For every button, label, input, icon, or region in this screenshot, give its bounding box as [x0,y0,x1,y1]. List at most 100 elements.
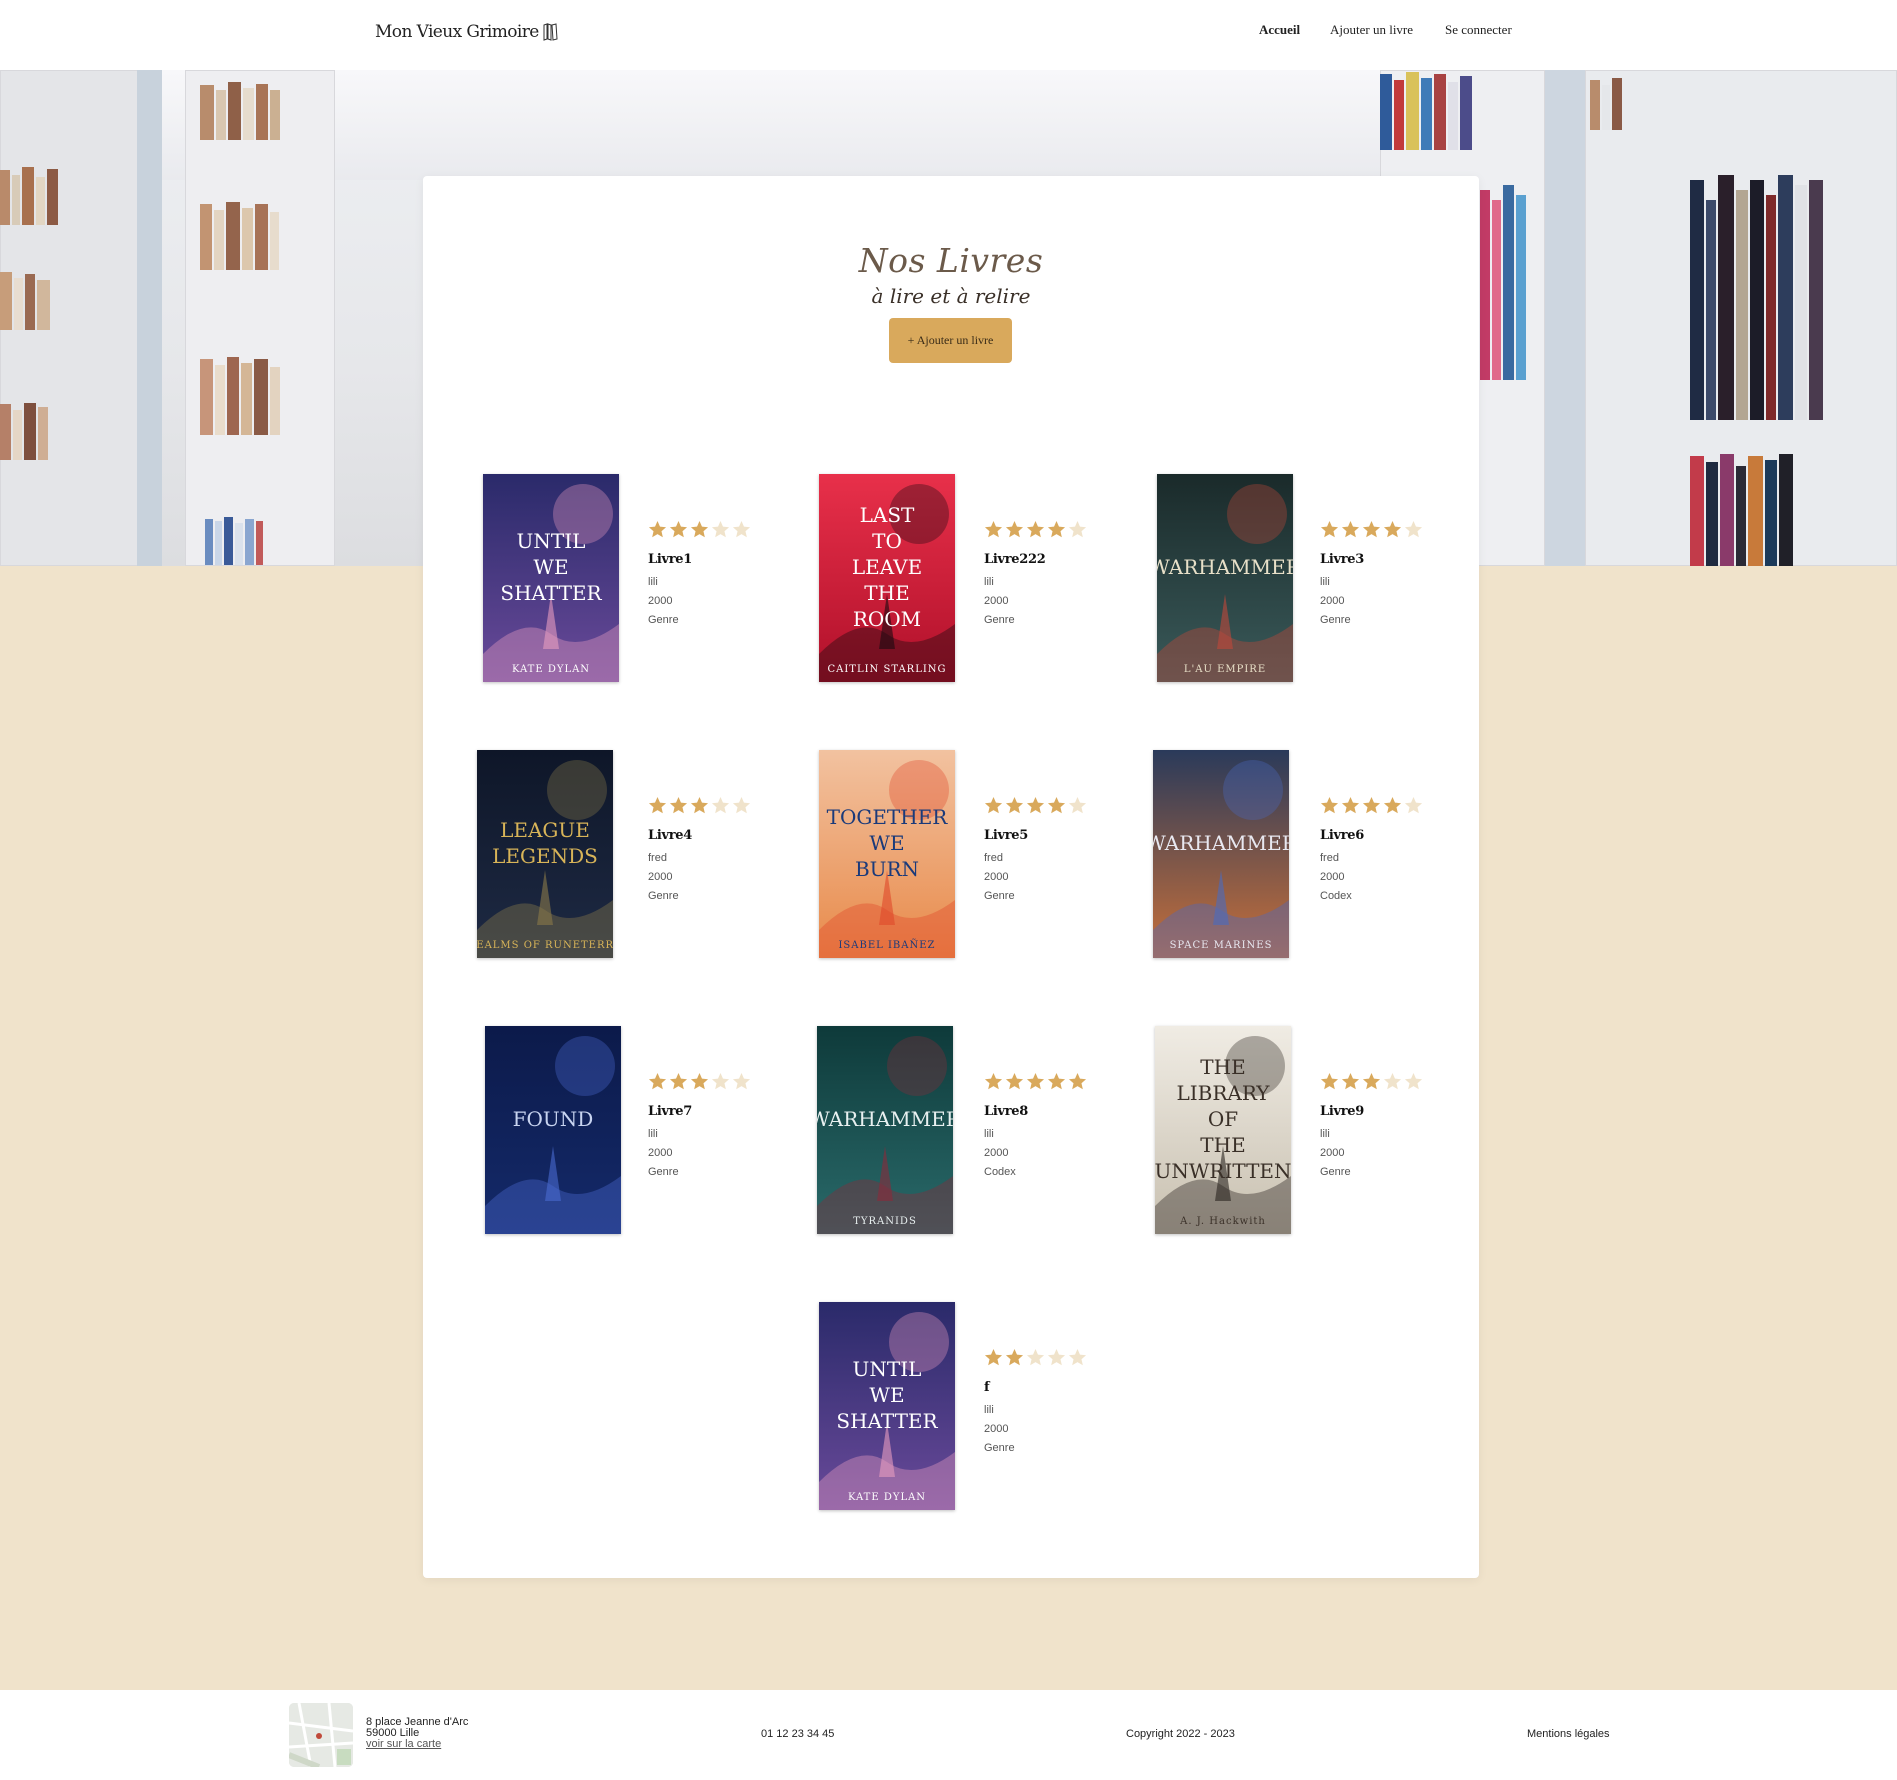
book-cover[interactable]: THE LIBRARY OF THE UNWRITTEN A. J. Hackwith [1155,1026,1291,1234]
star-filled-icon [1005,1348,1024,1366]
cover-title-text: WARHAMMER [1157,555,1293,579]
star-empty-icon [732,520,751,538]
rating-stars [984,796,1104,816]
book-cover[interactable]: WARHAMMER SPACE MARINES [1153,750,1289,958]
star-filled-icon [984,796,1003,814]
book-card[interactable]: TOGETHER WE BURN ISABEL IBAÑEZ Livre5 fred… [819,750,1109,960]
book-cover[interactable]: UNTIL WE SHATTER KATE DYLAN [819,1302,955,1510]
star-filled-icon [984,520,1003,538]
book-info: Livre7 lili 2000 Genre [648,1072,768,1182]
star-filled-icon [1383,796,1402,814]
book-logo-icon [543,23,558,41]
star-filled-icon [669,796,688,814]
star-filled-icon [690,796,709,814]
book-author: lili [648,576,658,588]
star-filled-icon [1362,796,1381,814]
book-genre: Genre [984,614,1015,626]
star-filled-icon [1026,520,1045,538]
book-genre: Genre [648,1166,679,1178]
book-cover-image: THE LIBRARY OF THE UNWRITTEN A. J. Hackwith [1155,1026,1291,1234]
star-empty-icon [1026,1348,1045,1366]
cover-title-text: WARHAMMER [1153,831,1289,855]
book-cover[interactable]: TOGETHER WE BURN ISABEL IBAÑEZ [819,750,955,958]
book-cover-image: WARHAMMER L'AU EMPIRE [1157,474,1293,682]
book-genre: Genre [648,890,679,902]
book-cover-image: UNTIL WE SHATTER KATE DYLAN [483,474,619,682]
star-empty-icon [711,796,730,814]
page-subtitle: à lire et à relire [871,284,1031,308]
star-empty-icon [711,1072,730,1090]
book-cover[interactable]: FOUND [485,1026,621,1234]
star-empty-icon [711,520,730,538]
rating-stars [984,1348,1104,1368]
book-info: Livre9 lili 2000 Genre [1320,1072,1440,1182]
footer: 8 place Jeanne d'Arc 59000 Lille voir su… [0,1690,1897,1780]
page-title: Nos Livres [858,241,1044,280]
book-card[interactable]: WARHAMMER L'AU EMPIRE Livre3 lili 2000 G… [1155,474,1445,684]
book-info: Livre6 fred 2000 Codex [1320,796,1440,906]
star-filled-icon [1320,796,1339,814]
book-year: 2000 [984,1147,1009,1159]
book-card[interactable]: LEAGUELEGENDS REALMS OF RUNETERRA Livre4… [477,750,773,960]
rating-stars [1320,520,1440,540]
star-filled-icon [690,1072,709,1090]
book-cover[interactable]: LAST TO LEAVE THE ROOM CAITLIN STARLING [819,474,955,682]
star-filled-icon [1005,796,1024,814]
star-filled-icon [984,1072,1003,1090]
star-filled-icon [1341,796,1360,814]
cover-title-text: WARHAMMER [817,1107,953,1131]
book-year: 2000 [648,871,673,883]
book-title: Livre5 [984,828,1028,843]
add-book-button[interactable]: + Ajouter un livre [889,318,1012,363]
book-cover-image: LEAGUELEGENDS REALMS OF RUNETERRA [477,750,613,958]
nav-se-connecter[interactable]: Se connecter [1445,22,1512,38]
nav-accueil[interactable]: Accueil [1259,22,1300,38]
star-empty-icon [1383,1072,1402,1090]
book-title: f [984,1380,990,1395]
nav-ajouter-livre[interactable]: Ajouter un livre [1330,22,1413,38]
cover-author-text: L'AU EMPIRE [1184,664,1266,675]
logo[interactable]: Mon Vieux Grimoire [375,22,558,42]
book-card[interactable]: UNTIL WE SHATTER KATE DYLAN Livre1 lili 20… [483,474,773,684]
book-year: 2000 [984,595,1009,607]
book-info: Livre3 lili 2000 Genre [1320,520,1440,630]
cover-author-text: KATE DYLAN [512,664,590,675]
star-empty-icon [732,796,751,814]
book-cover[interactable]: WARHAMMER L'AU EMPIRE [1157,474,1293,682]
book-card[interactable]: FOUND Livre7 lili 2000 Genre [483,1026,773,1236]
book-card[interactable]: WARHAMMER SPACE MARINES Livre6 fred 2000… [1153,750,1445,960]
book-author: fred [1320,852,1339,864]
book-cover[interactable]: UNTIL WE SHATTER KATE DYLAN [483,474,619,682]
book-card[interactable]: UNTIL WE SHATTER KATE DYLAN f lili 2000 Ge… [819,1302,1109,1512]
star-filled-icon [1383,520,1402,538]
logo-text: Mon Vieux Grimoire [375,22,539,42]
star-filled-icon [1362,1072,1381,1090]
map-icon [289,1703,353,1767]
book-author: lili [1320,1128,1330,1140]
book-author: lili [1320,576,1330,588]
book-genre: Genre [984,890,1015,902]
book-card[interactable]: LAST TO LEAVE THE ROOM CAITLIN STARLING Livr… [819,474,1109,684]
book-cover[interactable]: WARHAMMER TYRANIDS [817,1026,953,1234]
book-genre: Genre [1320,1166,1351,1178]
book-author: fred [648,852,667,864]
book-info: Livre8 lili 2000 Codex [984,1072,1104,1182]
star-filled-icon [1005,1072,1024,1090]
book-title: Livre222 [984,552,1046,567]
book-info: Livre222 lili 2000 Genre [984,520,1104,630]
star-filled-icon [669,520,688,538]
cover-title-text: FOUND [513,1107,594,1131]
book-year: 2000 [648,595,673,607]
book-cover[interactable]: LEAGUELEGENDS REALMS OF RUNETERRA [477,750,613,958]
map-link[interactable]: voir sur la carte [366,1738,441,1750]
book-card[interactable]: THE LIBRARY OF THE UNWRITTEN A. J. Hackwith … [1155,1026,1445,1236]
legal-notice-link[interactable]: Mentions légales [1527,1728,1610,1740]
book-author: lili [648,1128,658,1140]
book-card[interactable]: WARHAMMER TYRANIDS Livre8 lili 2000 Code… [817,1026,1109,1236]
map-thumbnail[interactable] [289,1703,353,1767]
book-title: Livre4 [648,828,692,843]
book-cover-image: TOGETHER WE BURN ISABEL IBAÑEZ [819,750,955,958]
book-genre: Codex [1320,890,1352,902]
book-genre: Codex [984,1166,1016,1178]
star-filled-icon [648,1072,667,1090]
